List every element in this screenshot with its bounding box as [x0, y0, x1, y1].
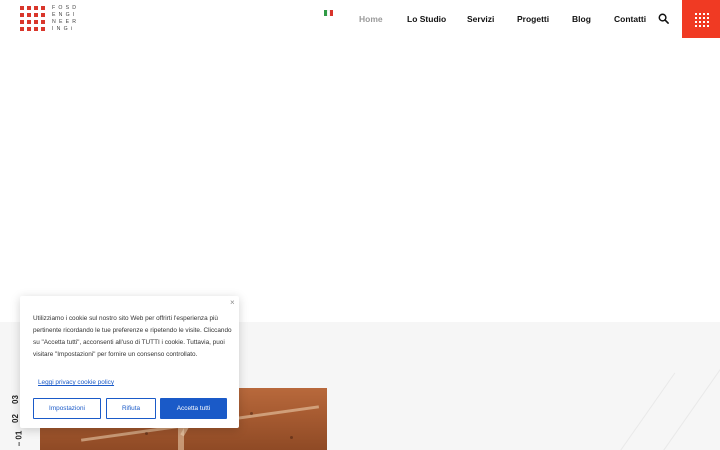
nav-item-blog[interactable]: Blog — [572, 14, 591, 24]
cookie-message: Utilizziamo i cookie sul nostro sito Web… — [33, 315, 232, 358]
cookie-accept-button[interactable]: Accetta tutti — [160, 398, 227, 419]
slide-index-03[interactable]: 03 — [11, 395, 20, 404]
site-header: FOSD ENGI NEER INGi Home Lo Studio Servi… — [0, 0, 720, 38]
nav-item-progetti[interactable]: Progetti — [517, 14, 549, 24]
menu-button[interactable] — [682, 0, 720, 38]
nav-item-contatti[interactable]: Contatti — [614, 14, 646, 24]
cookie-reject-button[interactable]: Rifiuta — [106, 398, 156, 419]
cookie-banner: × Utilizziamo i cookie sul nostro sito W… — [20, 296, 239, 428]
nav-item-servizi[interactable]: Servizi — [467, 14, 494, 24]
cookie-policy-link[interactable]: Leggi privacy cookie policy — [38, 379, 114, 386]
slide-index-01[interactable]: – 01 — [14, 431, 23, 447]
decorative-line — [605, 372, 676, 450]
nav-item-lo-studio[interactable]: Lo Studio — [407, 14, 446, 24]
close-icon[interactable]: × — [230, 298, 235, 307]
logo-wordmark: FOSD ENGI NEER INGi — [52, 5, 80, 32]
italy-flag-icon[interactable] — [324, 10, 333, 16]
grid-menu-icon — [695, 13, 709, 27]
slide-index-02[interactable]: 02 — [11, 414, 20, 423]
nav-item-home[interactable]: Home — [359, 14, 383, 24]
search-icon[interactable] — [658, 13, 669, 24]
decorative-line — [649, 354, 720, 450]
logo-mark-icon — [20, 6, 45, 31]
cookie-settings-button[interactable]: Impostazioni — [33, 398, 101, 419]
